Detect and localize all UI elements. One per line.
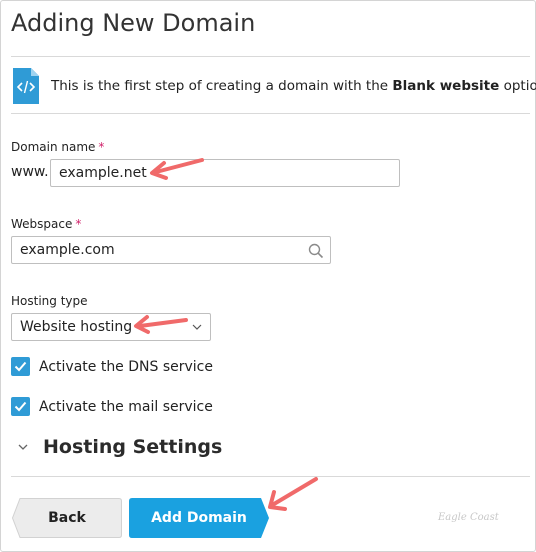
webspace-value: example.com	[20, 242, 115, 258]
webspace-label: Webspace *	[11, 217, 82, 231]
dns-checkbox[interactable]	[11, 357, 30, 376]
add-domain-button[interactable]: Add Domain	[129, 498, 269, 538]
checkmark-icon	[14, 401, 27, 412]
hosting-settings-toggle[interactable]: Hosting Settings	[17, 436, 222, 458]
mail-option-label: Activate the mail service	[39, 398, 213, 415]
title-divider	[11, 56, 530, 57]
back-button-label: Back	[48, 510, 86, 526]
required-mark: *	[98, 140, 105, 154]
www-prefix: www.	[11, 164, 49, 180]
hosting-type-value: Website hosting	[20, 319, 133, 335]
annotation-arrow-icon	[134, 315, 188, 334]
back-button[interactable]: Back	[12, 498, 122, 538]
chevron-down-icon	[192, 324, 202, 330]
annotation-arrow-icon	[150, 158, 204, 180]
chevron-down-icon	[18, 444, 28, 450]
dns-option-label: Activate the DNS service	[39, 358, 213, 375]
domain-name-label: Domain name *	[11, 140, 105, 154]
info-text: This is the first step of creating a dom…	[51, 78, 536, 94]
mail-service-option[interactable]: Activate the mail service	[11, 397, 213, 416]
dns-service-option[interactable]: Activate the DNS service	[11, 357, 213, 376]
required-mark: *	[75, 217, 82, 231]
hosting-type-label: Hosting type	[11, 294, 88, 308]
add-domain-button-label: Add Domain	[151, 510, 247, 526]
domain-name-input[interactable]: example.net	[50, 159, 400, 187]
checkmark-icon	[14, 361, 27, 372]
domain-name-value: example.net	[59, 165, 147, 181]
mail-checkbox[interactable]	[11, 397, 30, 416]
annotation-arrow-icon	[268, 477, 318, 511]
webspace-input[interactable]: example.com	[11, 236, 331, 264]
page-title: Adding New Domain	[11, 9, 256, 37]
watermark: Eagle Coast	[438, 512, 499, 523]
info-banner: This is the first step of creating a dom…	[11, 66, 536, 106]
hosting-settings-heading: Hosting Settings	[43, 436, 223, 458]
info-divider	[11, 113, 530, 114]
search-icon[interactable]	[308, 243, 324, 259]
code-file-icon	[11, 67, 41, 105]
